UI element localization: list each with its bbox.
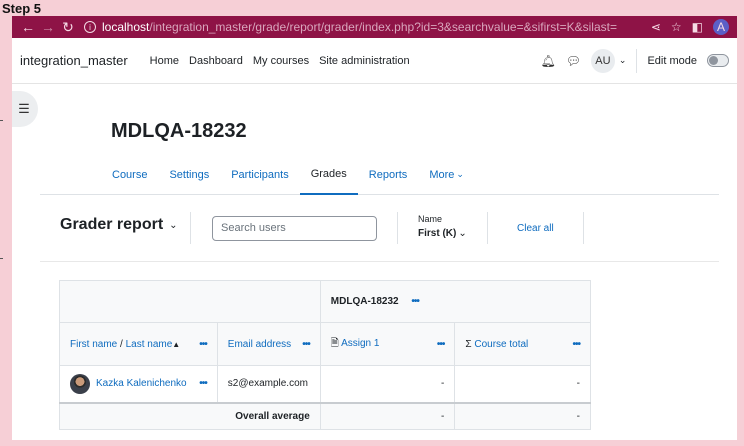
report-action-bar: Grader report ⌄ Search users Name First … — [40, 210, 719, 262]
back-arrow-icon[interactable]: ← — [18, 16, 38, 38]
report-selector[interactable]: Grader report ⌄ — [60, 216, 178, 234]
assignment-icon: 🗎︎ — [330, 337, 339, 349]
step-label: Step 5 — [2, 1, 42, 16]
divider — [397, 212, 398, 244]
user-avatar[interactable]: AU — [590, 48, 615, 73]
edge-tick — [0, 120, 3, 121]
divider — [487, 212, 488, 244]
tab-reports[interactable]: Reports — [358, 155, 419, 195]
site-name[interactable]: integration_master — [20, 53, 128, 68]
user-actions-menu[interactable]: ••• — [199, 378, 207, 389]
name-filter-label: Name — [418, 214, 443, 224]
edit-mode-label: Edit mode — [647, 54, 697, 67]
nav-dashboard[interactable]: Dashboard — [189, 55, 243, 67]
column-header-row: First name / Last name▲ ••• Email addres… — [59, 322, 591, 366]
tab-participants[interactable]: Participants — [220, 155, 299, 195]
nav-site-administration[interactable]: Site administration — [319, 55, 410, 67]
user-name-link[interactable]: Kazka Kalenichenko — [96, 378, 187, 389]
tab-grades[interactable]: Grades — [299, 155, 358, 195]
tab-more[interactable]: More ⌄ — [418, 155, 475, 195]
user-menu[interactable]: AU ⌄ — [590, 48, 627, 73]
edit-mode-toggle[interactable] — [707, 54, 729, 67]
edge-tick — [0, 258, 3, 259]
table-header-row: MDLQA-18232 ••• — [59, 280, 592, 323]
list-icon: ☰ — [18, 101, 30, 116]
course-actions-menu[interactable]: ••• — [411, 296, 419, 307]
browser-window: ← → ↻ i localhost/integration_master/gra… — [12, 16, 737, 440]
profile-avatar[interactable]: A — [713, 19, 729, 35]
email-column-header: Email address ••• — [216, 322, 321, 366]
browser-toolbar: ← → ↻ i localhost/integration_master/gra… — [12, 16, 737, 38]
report-title: Grader report — [60, 216, 164, 233]
sigma-icon: Σ — [465, 338, 472, 350]
chevron-down-icon: ⌄ — [618, 55, 627, 65]
course-total-actions[interactable]: ••• — [572, 339, 580, 350]
url-host: localhost — [102, 20, 150, 34]
user-avatar[interactable] — [70, 373, 90, 394]
grader-table: MDLQA-18232 ••• First name / Last name▲ … — [59, 280, 592, 430]
overall-average-assign: - — [319, 401, 456, 430]
page-title: MDLQA-18232 — [111, 120, 247, 142]
chevron-down-icon: ⌄ — [458, 228, 467, 239]
forward-arrow-icon[interactable]: → — [38, 16, 58, 38]
assign-column-actions[interactable]: ••• — [437, 339, 445, 350]
address-bar[interactable]: i localhost/integration_master/grade/rep… — [84, 20, 651, 34]
course-category-name: MDLQA-18232 — [330, 296, 399, 307]
user-name-cell: Kazka Kalenichenko ••• — [59, 365, 218, 403]
divider — [190, 212, 191, 244]
name-column-header: First name / Last name▲ ••• — [59, 322, 218, 366]
user-email-cell: s2@example.com — [216, 365, 321, 403]
course-total-link[interactable]: Course total — [474, 339, 528, 350]
sidepanel-icon[interactable]: ◧ — [692, 20, 703, 34]
reload-icon[interactable]: ↻ — [58, 16, 78, 38]
secondary-navigation: Course Settings Participants Grades Repo… — [40, 155, 719, 195]
star-icon[interactable]: ☆ — [671, 20, 682, 34]
divider — [583, 212, 584, 244]
nav-home[interactable]: Home — [150, 55, 179, 67]
sort-email[interactable]: Email address — [228, 339, 291, 350]
course-total-column-header: Σ Course total ••• — [454, 322, 591, 366]
empty-header-cell — [59, 280, 321, 323]
share-icon[interactable]: ⋖ — [651, 20, 661, 34]
name-column-actions[interactable]: ••• — [199, 339, 207, 350]
info-icon[interactable]: i — [84, 21, 96, 33]
assign-grade-cell[interactable]: - — [319, 365, 456, 403]
sort-first-name[interactable]: First name — [70, 339, 117, 350]
assign-1-link[interactable]: Assign 1 — [341, 338, 379, 349]
overall-average-total: - — [454, 401, 591, 430]
overall-average-row: Overall average - - — [59, 401, 591, 430]
nav-my-courses[interactable]: My courses — [253, 55, 309, 67]
divider — [636, 48, 638, 73]
chat-icon[interactable]: 💬︎ — [566, 54, 581, 68]
search-users-input[interactable]: Search users — [212, 216, 377, 241]
primary-navigation: Home Dashboard My courses Site administr… — [150, 55, 410, 67]
assign-column-header: 🗎︎ Assign 1 ••• — [319, 322, 456, 366]
tab-more-label: More — [429, 168, 455, 181]
table-row: Kazka Kalenichenko ••• s2@example.com - … — [59, 365, 591, 403]
bell-icon[interactable]: 🔔︎ — [540, 54, 555, 68]
site-navbar: integration_master Home Dashboard My cou… — [12, 38, 737, 84]
tab-settings[interactable]: Settings — [158, 155, 220, 195]
name-separator: / — [117, 338, 126, 350]
course-total-cell: - — [454, 365, 591, 403]
url-path: /integration_master/grade/report/grader/… — [149, 20, 617, 34]
email-column-actions[interactable]: ••• — [302, 339, 310, 350]
name-filter[interactable]: Name First (K) ⌄ — [418, 214, 467, 239]
chevron-down-icon: ⌄ — [169, 219, 178, 231]
sort-last-name[interactable]: Last name — [126, 339, 173, 350]
course-index-drawer-button[interactable]: ☰ — [12, 91, 38, 127]
course-header-cell: MDLQA-18232 ••• — [319, 280, 592, 323]
sort-ascending-icon: ▲ — [172, 339, 181, 349]
overall-average-label: Overall average — [59, 401, 321, 430]
chevron-down-icon: ⌄ — [456, 169, 464, 179]
clear-all-link[interactable]: Clear all — [517, 223, 554, 234]
tab-course[interactable]: Course — [112, 155, 158, 195]
name-filter-value: First (K) — [418, 228, 457, 239]
